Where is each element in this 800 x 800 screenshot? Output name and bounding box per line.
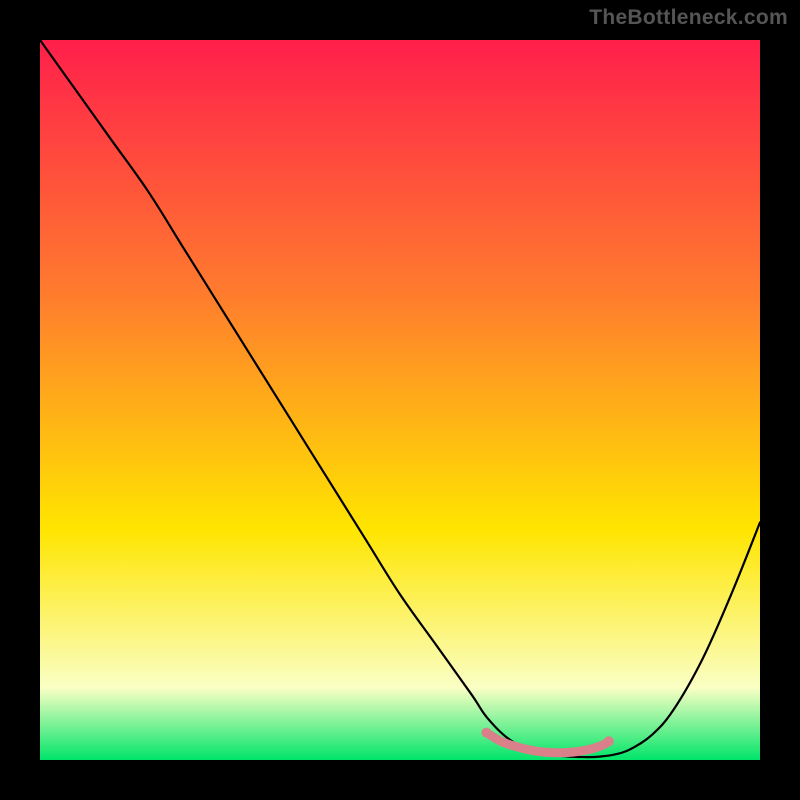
optimal-range-end-dot [604, 736, 614, 746]
optimal-range-start-dot [481, 728, 491, 738]
chart-plot-area [40, 40, 760, 760]
watermark-text: TheBottleneck.com [589, 6, 788, 30]
chart-frame: TheBottleneck.com [0, 0, 800, 800]
gradient-background [40, 40, 760, 760]
chart-svg [40, 40, 760, 760]
